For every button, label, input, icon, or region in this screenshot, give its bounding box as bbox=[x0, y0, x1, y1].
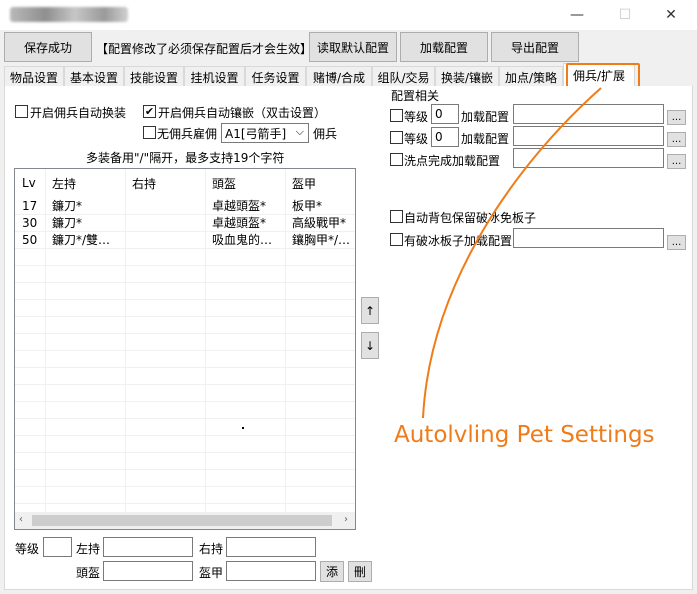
annotation-text: Autolvling Pet Settings bbox=[394, 422, 655, 448]
annotation-curve bbox=[422, 87, 602, 419]
